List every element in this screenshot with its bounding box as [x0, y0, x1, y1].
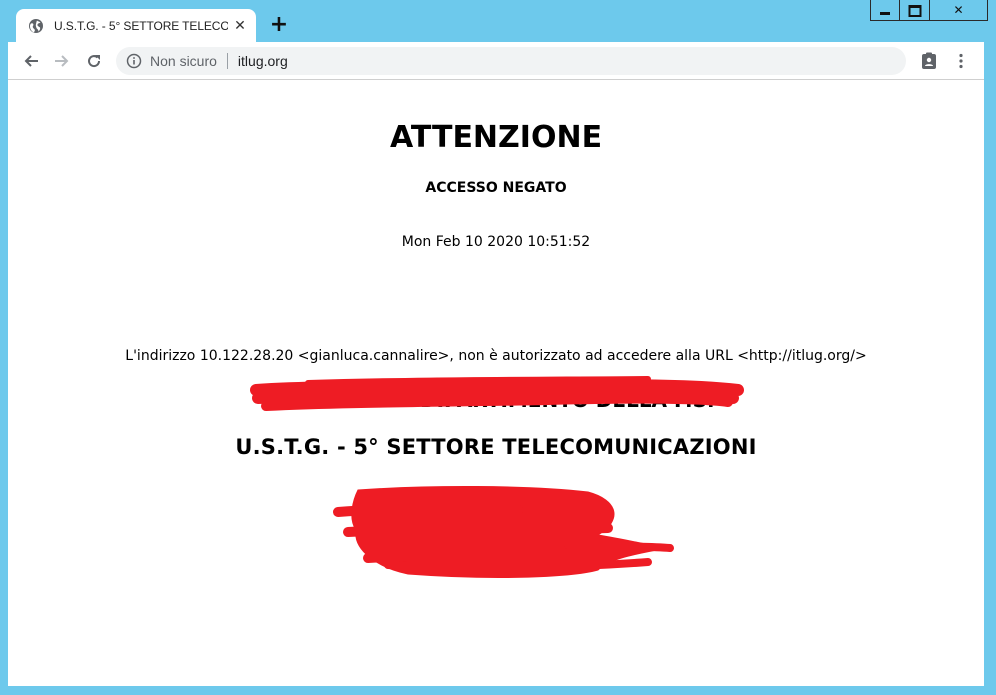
tab-title: U.S.T.G. - 5° SETTORE TELECOMU	[54, 18, 228, 33]
close-window-button[interactable]: ✕	[930, 0, 988, 21]
timestamp: Mon Feb 10 2020 10:51:52	[401, 234, 591, 250]
browser-window: ✕ U.S.T.G. - 5° SETTORE TELECOMU ✕ +	[0, 0, 996, 695]
clipboard-person-icon	[922, 52, 936, 69]
denial-message: L'indirizzo 10.122.28.20 <gianluca.canna…	[125, 348, 867, 364]
new-tab-button[interactable]: +	[268, 14, 290, 36]
omnibox-separator	[226, 53, 228, 69]
organization-name: U.S.T.G. - 5° SETTORE TELECOMUNICAZIONI	[235, 435, 757, 459]
back-button[interactable]	[20, 50, 42, 72]
redaction-scribbles	[250, 376, 744, 578]
minimize-button[interactable]	[870, 0, 900, 21]
minimize-icon	[880, 12, 890, 15]
page-content: ATTENZIONE ACCESSO NEGATO Mon Feb 10 202…	[8, 80, 984, 686]
info-icon[interactable]	[126, 53, 142, 69]
extension-button[interactable]	[918, 50, 940, 72]
menu-button[interactable]	[950, 50, 972, 72]
security-status[interactable]: Non sicuro	[150, 53, 217, 69]
url-text[interactable]: itlug.org	[238, 53, 288, 69]
redacted-heading: …TERIA DEL DIPARTIMENTO DELLA P.S.	[277, 388, 715, 412]
close-icon: ✕	[953, 3, 964, 17]
browser-toolbar: Non sicuro itlug.org	[8, 42, 984, 80]
maximize-button[interactable]	[900, 0, 930, 21]
redaction-bottom	[333, 485, 674, 578]
page-title: ATTENZIONE	[389, 120, 603, 155]
kebab-menu-icon	[959, 53, 963, 69]
arrow-left-icon	[24, 55, 38, 67]
arrow-right-icon	[55, 55, 69, 67]
page-subtitle: ACCESSO NEGATO	[425, 180, 567, 196]
forward-button[interactable]	[51, 50, 73, 72]
globe-icon	[28, 18, 44, 34]
tab-active[interactable]: U.S.T.G. - 5° SETTORE TELECOMU ✕	[16, 9, 256, 42]
maximize-icon	[908, 5, 921, 17]
tab-close-icon[interactable]: ✕	[232, 18, 248, 34]
address-bar[interactable]: Non sicuro itlug.org	[116, 47, 906, 75]
reload-icon	[88, 55, 101, 68]
reload-button[interactable]	[83, 50, 105, 72]
window-controls: ✕	[870, 0, 988, 21]
